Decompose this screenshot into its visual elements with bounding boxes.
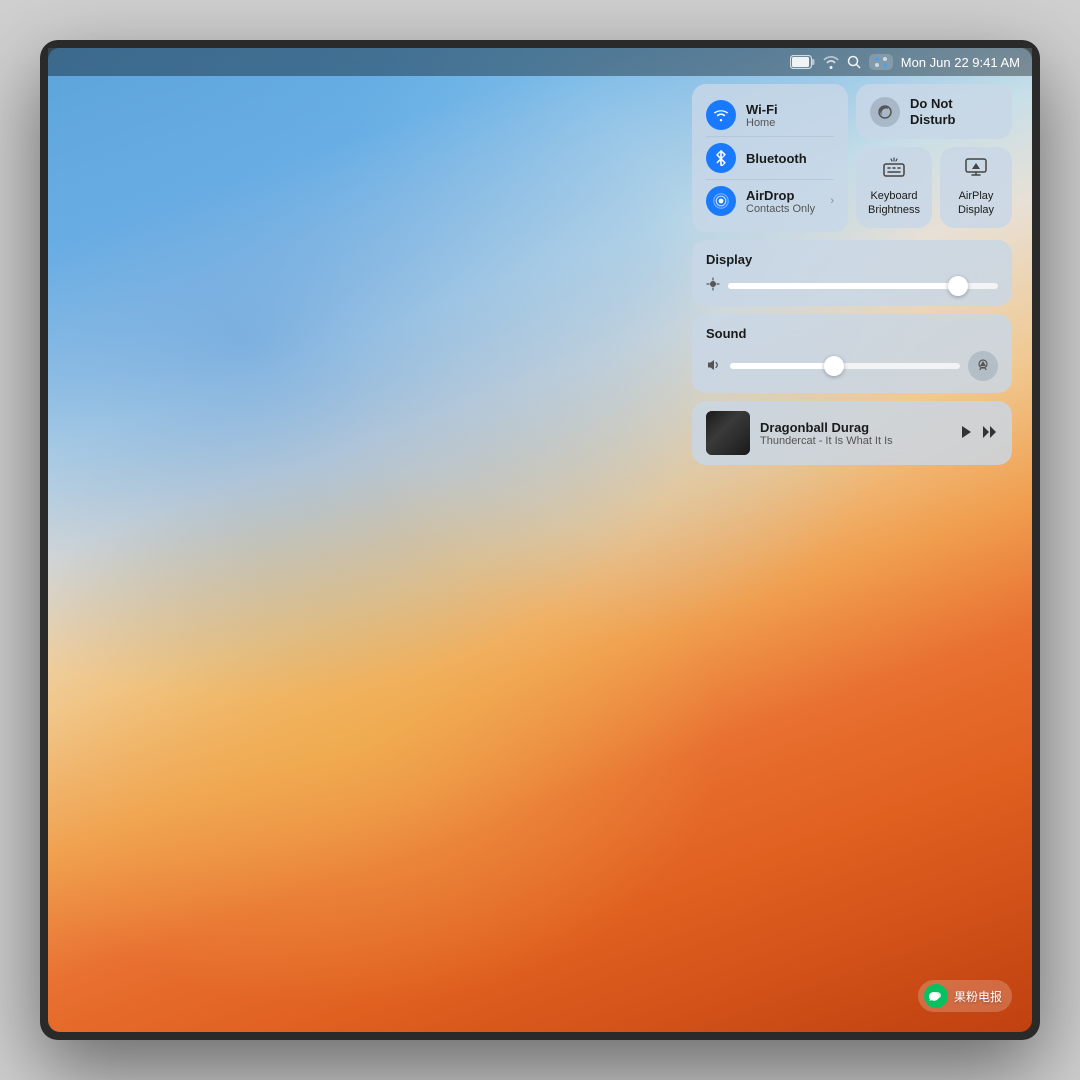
airplay-display-icon — [964, 157, 988, 183]
wifi-text: Wi-Fi Home — [746, 102, 834, 129]
airdrop-title: AirDrop — [746, 188, 820, 203]
wifi-icon-circle — [706, 100, 736, 130]
cc-main-row: Wi-Fi Home — [692, 84, 1012, 232]
keyboard-brightness-button[interactable]: Keyboard Brightness — [856, 147, 932, 228]
airplay-sound-button[interactable] — [968, 351, 998, 381]
control-center-menubar-icon[interactable] — [869, 54, 893, 70]
wifi-menubar-icon[interactable] — [823, 55, 839, 69]
airdrop-text: AirDrop Contacts Only — [746, 188, 820, 215]
bluetooth-icon-circle — [706, 143, 736, 173]
song-artist: Thundercat - It Is What It Is — [760, 435, 950, 447]
dnd-title: Do Not Disturb — [910, 96, 956, 127]
wechat-badge: 果粉电报 — [918, 980, 1012, 1012]
play-button[interactable] — [960, 425, 972, 442]
song-title: Dragonball Durag — [760, 420, 950, 435]
airplay-display-button[interactable]: AirPlay Display — [940, 147, 1012, 228]
menubar: Mon Jun 22 9:41 AM — [48, 48, 1032, 76]
airplay-display-label: AirPlay Display — [958, 189, 994, 218]
keyboard-brightness-icon — [882, 157, 906, 183]
display-slider-row — [706, 277, 998, 294]
display-panel: Display — [692, 240, 1012, 306]
display-label: Display — [706, 252, 998, 267]
bluetooth-item[interactable]: Bluetooth — [706, 136, 834, 179]
control-center-panel: Wi-Fi Home — [692, 84, 1012, 465]
laptop-frame: Mon Jun 22 9:41 AM — [40, 40, 1040, 1040]
playback-controls — [960, 425, 998, 442]
keyboard-brightness-label: Keyboard Brightness — [868, 189, 920, 218]
wifi-item[interactable]: Wi-Fi Home — [706, 94, 834, 136]
brightness-slider[interactable] — [728, 283, 998, 289]
wechat-text: 果粉电报 — [954, 988, 1002, 1005]
wifi-title: Wi-Fi — [746, 102, 834, 117]
network-panel: Wi-Fi Home — [692, 84, 848, 232]
sound-label: Sound — [706, 326, 998, 341]
airdrop-chevron: › — [830, 195, 834, 207]
bluetooth-text: Bluetooth — [746, 151, 834, 166]
song-info: Dragonball Durag Thundercat - It Is What… — [760, 420, 950, 447]
airdrop-item[interactable]: AirDrop Contacts Only › — [706, 179, 834, 222]
fast-forward-button[interactable] — [982, 425, 998, 442]
kb-airplay-row: Keyboard Brightness — [856, 147, 1012, 228]
wifi-subtitle: Home — [746, 117, 834, 129]
dnd-icon — [870, 97, 900, 127]
airdrop-subtitle: Contacts Only — [746, 203, 820, 215]
sound-slider-row — [706, 351, 998, 381]
brightness-min-icon — [706, 277, 720, 294]
battery-icon[interactable] — [790, 55, 815, 69]
sound-panel: Sound — [692, 314, 1012, 393]
right-panels: Do Not Disturb — [856, 84, 1012, 232]
screen: Mon Jun 22 9:41 AM — [48, 48, 1032, 1032]
do-not-disturb-item[interactable]: Do Not Disturb — [856, 84, 1012, 139]
bluetooth-title: Bluetooth — [746, 151, 834, 166]
menubar-time: Mon Jun 22 9:41 AM — [901, 55, 1020, 70]
search-menubar-icon[interactable] — [847, 55, 861, 69]
album-art — [706, 411, 750, 455]
volume-slider[interactable] — [730, 363, 960, 369]
now-playing-panel: Dragonball Durag Thundercat - It Is What… — [692, 401, 1012, 465]
menubar-right: Mon Jun 22 9:41 AM — [790, 54, 1020, 70]
volume-icon — [706, 358, 722, 375]
airdrop-icon-circle — [706, 186, 736, 216]
wechat-logo — [924, 984, 948, 1008]
